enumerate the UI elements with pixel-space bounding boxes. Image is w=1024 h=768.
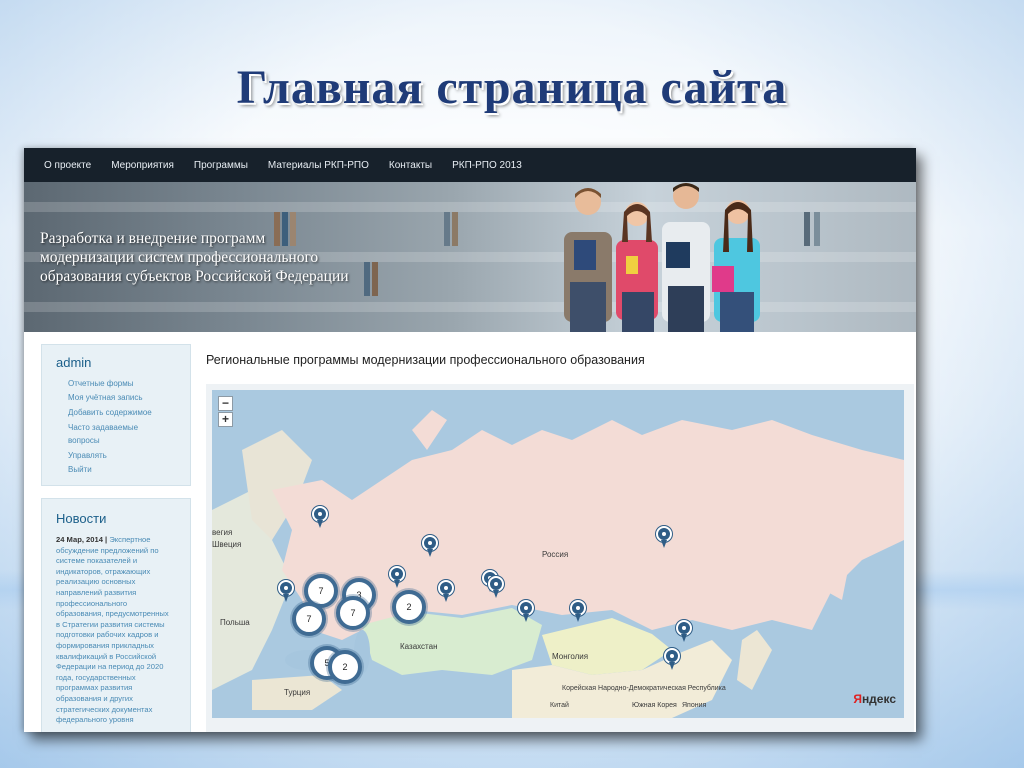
map-label-sweden: Швеция (212, 540, 242, 549)
slide-title: Главная страница сайта (236, 61, 788, 114)
top-navigation: О проекте Мероприятия Программы Материал… (24, 148, 916, 182)
map-pin[interactable] (664, 648, 680, 670)
nav-item-programs[interactable]: Программы (194, 160, 248, 171)
link-manage[interactable]: Управлять (68, 451, 107, 460)
news-title: Новости (56, 511, 107, 526)
map-label-south-korea: Южная Корея (632, 702, 677, 709)
map-pin[interactable] (518, 600, 534, 622)
page-heading: Региональные программы модернизации проф… (206, 353, 645, 367)
map-pin[interactable] (570, 600, 586, 622)
banner-headline: Разработка и внедрение программ модерниз… (40, 229, 460, 286)
nav-item-about[interactable]: О проекте (44, 160, 91, 171)
map-pin[interactable] (676, 620, 692, 642)
map-label-kazakhstan: Казахстан (400, 642, 438, 651)
map-pin[interactable] (422, 535, 438, 557)
link-my-account[interactable]: Моя учётная запись (68, 393, 143, 402)
map-label-china: Китай (550, 702, 569, 709)
yandex-map[interactable]: − + Россия Казахстан Монголия Корейская … (212, 390, 904, 718)
students-photo (564, 183, 760, 332)
link-faq[interactable]: Часто задаваемые (68, 423, 138, 432)
map-pin[interactable] (488, 576, 504, 598)
yandex-logo-y: Я (853, 692, 862, 706)
map-cluster[interactable]: 2 (328, 650, 362, 684)
map-cluster[interactable]: 7 (336, 596, 370, 630)
zoom-out-button[interactable]: − (218, 396, 233, 411)
map-label-turkey: Турция (284, 688, 311, 697)
map-label-north-korea: Корейская Народно-Демократическая Респуб… (562, 685, 726, 692)
website-screenshot: О проекте Мероприятия Программы Материал… (24, 148, 916, 732)
username: admin (56, 355, 92, 370)
yandex-logo[interactable]: Яндекс (853, 692, 896, 706)
header-banner: Разработка и внедрение программ модерниз… (24, 182, 916, 332)
map-label-poland: Польша (220, 618, 250, 627)
map-label-norway: вегия (212, 528, 233, 537)
map-pin[interactable] (438, 580, 454, 602)
yandex-logo-rest: ндекс (861, 692, 896, 706)
map-pin[interactable] (656, 526, 672, 548)
map-pin[interactable] (278, 580, 294, 602)
map-pin[interactable] (389, 566, 405, 588)
banner-line: модернизации систем профессионального (40, 249, 319, 266)
book-decor (804, 212, 810, 246)
book-decor (814, 212, 820, 246)
map-cluster[interactable]: 2 (392, 590, 426, 624)
news-date: 24 Мар, 2014 | (56, 535, 108, 544)
nav-item-events[interactable]: Мероприятия (111, 160, 174, 171)
banner-line: Разработка и внедрение программ (40, 230, 266, 247)
news-text: 24 Мар, 2014 | Экспертное обсуждение пре… (56, 535, 174, 726)
news-box: Новости 24 Мар, 2014 | Экспертное обсужд… (41, 498, 191, 732)
nav-item-contacts[interactable]: Контакты (389, 160, 432, 171)
nav-item-2013[interactable]: РКП-РПО 2013 (452, 160, 522, 171)
link-faq-cont[interactable]: вопросы (68, 436, 100, 445)
user-menu-box: admin Отчетные формы Моя учётная запись … (41, 344, 191, 486)
link-report-forms[interactable]: Отчетные формы (68, 379, 133, 388)
banner-line: образования субъектов Российской Федерац… (40, 268, 349, 285)
map-label-japan: Япония (682, 702, 707, 709)
zoom-in-button[interactable]: + (218, 412, 233, 427)
news-link[interactable]: Экспертное обсуждение предложений по сис… (56, 535, 169, 724)
map-label-russia: Россия (542, 550, 569, 559)
map-pin[interactable] (312, 506, 328, 528)
map-cluster[interactable]: 7 (292, 602, 326, 636)
map-label-mongolia: Монголия (552, 652, 589, 661)
link-add-content[interactable]: Добавить содержимое (68, 408, 152, 417)
link-logout[interactable]: Выйти (68, 465, 92, 474)
nav-item-materials[interactable]: Материалы РКП-РПО (268, 160, 369, 171)
